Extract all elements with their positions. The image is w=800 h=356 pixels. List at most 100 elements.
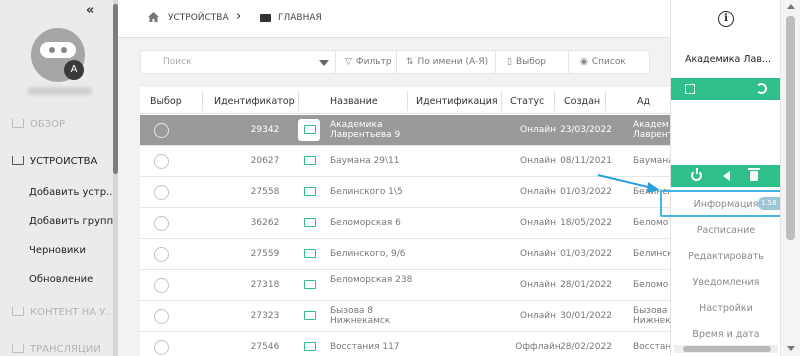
table-row[interactable]: 27546 Восстания 117 Оффлайн 28/02/2022 В… <box>140 332 670 356</box>
table-row[interactable]: 27323 Бызова 8 Нижнекамск Онлайн 30/01/2… <box>140 301 670 332</box>
panel-menu-settings[interactable]: Настройки <box>671 303 780 314</box>
table-row[interactable]: 36262 Беломорская 6 Онлайн 18/05/2022 Бе… <box>140 208 670 239</box>
panel-menu-edit[interactable]: Редактировать <box>671 251 780 262</box>
table-header: Выбор Идентификатор Название Идентификац… <box>140 87 670 114</box>
sort-icon: ⇅ <box>406 57 414 67</box>
col-identification[interactable]: Идентификация <box>416 96 498 107</box>
sidebar-item-label: КОНТЕНТ НА У... <box>30 307 113 318</box>
device-created: 01/03/2022 <box>560 249 612 259</box>
panel-menu-schedule[interactable]: Расписание <box>671 225 780 236</box>
device-id: 27559 <box>250 249 280 259</box>
sort-button[interactable]: ⇅ По имени (А-Я) <box>398 51 496 73</box>
overview-icon <box>12 119 24 128</box>
scroll-up-icon[interactable] <box>787 4 795 9</box>
sidebar: « A ОБЗОР УСТРОЙСТВА Добавить устр... До… <box>0 0 118 356</box>
device-address: Беломо <box>633 280 669 290</box>
panel-title: Академика Лав... <box>685 54 772 65</box>
table-row[interactable]: 20627 Баумана 29\11 Онлайн 08/11/2021 Ба… <box>140 146 670 177</box>
row-checkbox[interactable] <box>154 185 169 200</box>
sidebar-item-update[interactable]: Обновление <box>0 274 113 285</box>
panel-hscrollbar-thumb[interactable] <box>683 346 771 352</box>
sidebar-item-overview[interactable]: ОБЗОР <box>0 119 113 130</box>
info-icon[interactable]: i <box>718 11 734 27</box>
device-name: Баумана 29\11 <box>330 156 400 166</box>
select-label: Выбор <box>515 57 547 67</box>
monitor-icon <box>304 218 316 227</box>
select-button[interactable]: ▯ Выбор <box>497 51 569 73</box>
devices-table: Выбор Идентификатор Название Идентификац… <box>140 87 670 356</box>
content-icon <box>12 307 24 316</box>
col-address[interactable]: Ад <box>637 96 650 107</box>
clipboard-icon: ▯ <box>507 57 512 67</box>
info-highlight-box <box>660 190 783 217</box>
filter-label: Фильтр <box>355 57 392 67</box>
preview-toolbar <box>671 78 780 100</box>
scroll-down-icon[interactable] <box>787 346 795 351</box>
device-created: 30/01/2022 <box>560 311 612 321</box>
table-row[interactable]: 27559 Белинского, 9/6 Онлайн 01/03/2022 … <box>140 239 670 270</box>
power-icon[interactable] <box>691 168 702 181</box>
row-checkbox[interactable] <box>154 123 169 138</box>
device-actions-bar <box>671 165 780 187</box>
list-view-button[interactable]: ◉ Список <box>570 51 649 73</box>
search-placeholder: Поиск <box>163 57 192 67</box>
col-status[interactable]: Статус <box>510 96 544 107</box>
col-name[interactable]: Название <box>330 96 378 107</box>
device-name: Белинского, 9/6 <box>330 249 406 259</box>
fullscreen-icon[interactable] <box>685 84 695 94</box>
table-row[interactable]: 29342 Академика Лаврентьева 9 Онлайн 23/… <box>140 115 670 146</box>
col-created[interactable]: Создан <box>564 96 600 107</box>
sidebar-item-add-device[interactable]: Добавить устр... <box>0 187 113 198</box>
col-select[interactable]: Выбор <box>150 96 182 107</box>
refresh-icon[interactable] <box>756 83 767 94</box>
panel-menu-notifications[interactable]: Уведомления <box>671 277 780 288</box>
sidebar-item-broadcasts[interactable]: ТРАНСЛЯЦИИ <box>0 344 113 355</box>
table-row[interactable]: 27318 Беломорская 238 Онлайн 28/01/2022 … <box>140 270 670 301</box>
sidebar-item-devices[interactable]: УСТРОЙСТВА <box>0 156 113 167</box>
chevron-right-icon: › <box>236 9 242 24</box>
device-name: Беломорская 6 <box>330 218 401 228</box>
page-scrollbar[interactable] <box>780 0 800 356</box>
device-address: Восстан <box>633 342 670 352</box>
device-created: 23/03/2022 <box>560 125 612 135</box>
row-checkbox[interactable] <box>154 278 169 293</box>
device-name: Восстания 117 <box>330 342 400 352</box>
broadcast-icon <box>12 344 24 353</box>
avatar-face-icon <box>40 42 76 58</box>
monitor-icon <box>304 187 316 196</box>
list-label: Список <box>591 57 626 67</box>
row-checkbox[interactable] <box>154 247 169 262</box>
device-name: Беломорская 238 <box>330 275 413 285</box>
home-icon[interactable] <box>148 12 159 22</box>
collapse-sidebar-icon[interactable]: « <box>86 3 95 18</box>
monitor-icon <box>304 311 316 320</box>
device-id: 27546 <box>250 342 280 352</box>
row-checkbox[interactable] <box>154 154 169 169</box>
device-details-panel: i Академика Лав... Информация Расписание… <box>670 0 780 356</box>
volume-icon[interactable] <box>723 171 730 181</box>
device-id: 27323 <box>250 311 280 321</box>
main-area: УСТРОЙСТВА › ГЛАВНАЯ Поиск ▽ Фильтр ⇅ По и… <box>118 0 670 356</box>
sidebar-item-add-group[interactable]: Добавить группу <box>0 216 113 227</box>
breadcrumb-devices[interactable]: УСТРОЙСТВА <box>168 13 229 23</box>
filter-button[interactable]: ▽ Фильтр <box>337 51 397 73</box>
trash-icon[interactable] <box>748 168 760 181</box>
eye-icon: ◉ <box>580 57 588 67</box>
sidebar-item-content[interactable]: КОНТЕНТ НА У... <box>0 307 113 318</box>
device-address: Беломо <box>633 218 669 228</box>
monitor-icon <box>304 280 316 289</box>
sidebar-item-drafts[interactable]: Черновики <box>0 245 113 256</box>
row-checkbox[interactable] <box>154 216 169 231</box>
table-row[interactable]: 27558 Белинского 1\5 Онлайн 01/03/2022 Б… <box>140 177 670 208</box>
search-input[interactable]: Поиск <box>141 51 336 73</box>
sidebar-item-label: ОБЗОР <box>30 119 66 130</box>
chevron-down-icon[interactable] <box>319 60 329 66</box>
monitor-icon <box>304 156 316 165</box>
device-id: 27318 <box>250 280 280 290</box>
breadcrumb-main[interactable]: ГЛАВНАЯ <box>278 13 322 23</box>
row-checkbox[interactable] <box>154 309 169 324</box>
page-scrollbar-thumb[interactable] <box>786 16 795 240</box>
panel-menu-datetime[interactable]: Время и дата <box>671 329 780 340</box>
col-id[interactable]: Идентификатор <box>214 96 295 107</box>
row-checkbox[interactable] <box>154 340 169 355</box>
